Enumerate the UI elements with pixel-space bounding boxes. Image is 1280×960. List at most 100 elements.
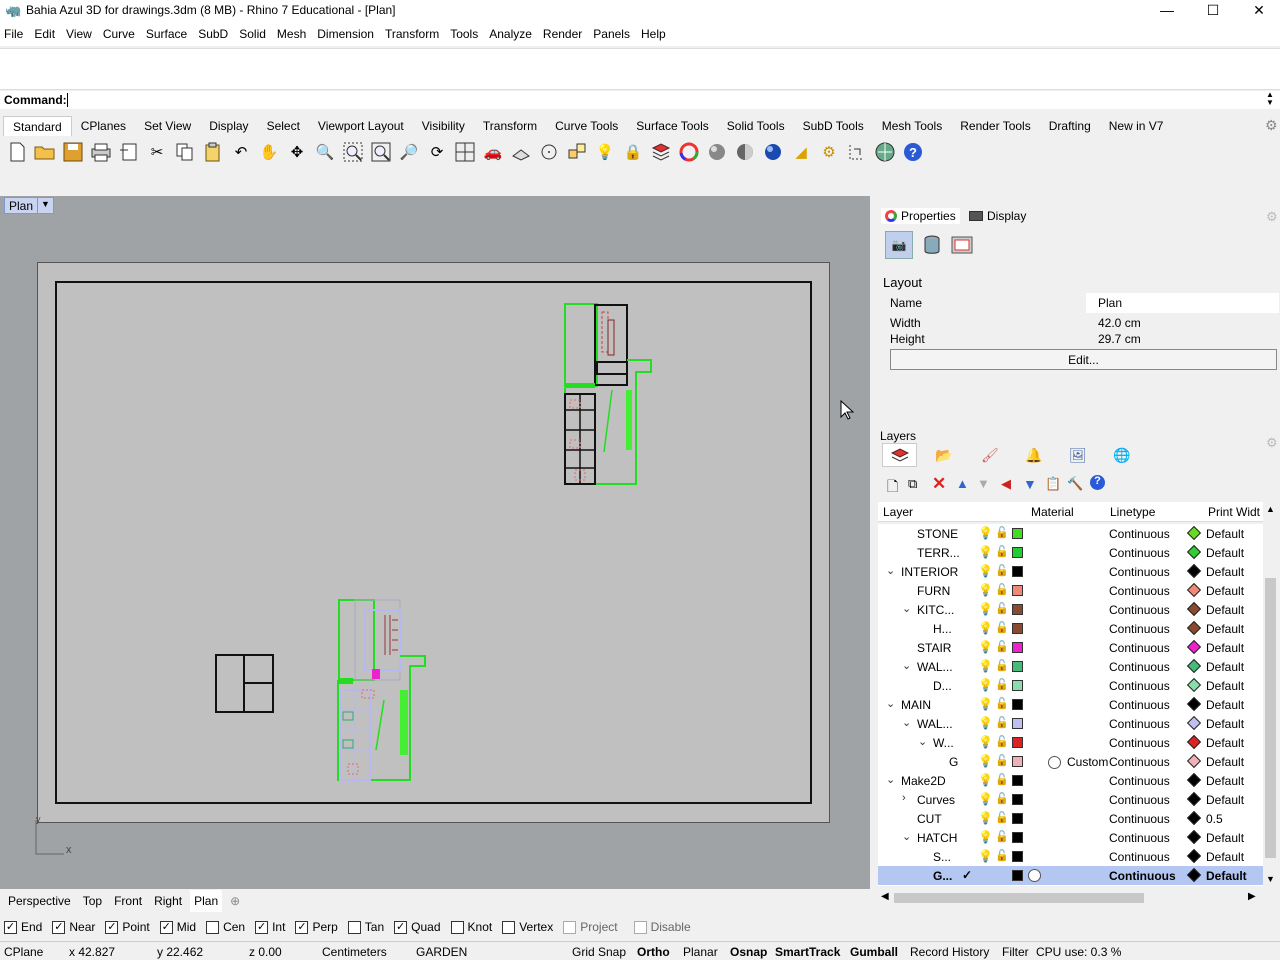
pan-icon[interactable]: ✋ [257, 140, 281, 164]
layer-material[interactable]: Custom [1048, 755, 1108, 769]
visibility-bulb-icon[interactable]: 💡 [978, 640, 993, 654]
layer-name[interactable]: G [949, 755, 958, 769]
render-icon[interactable] [761, 140, 785, 164]
folder-tab-icon[interactable]: 📂 [935, 447, 952, 464]
layers-gear-icon[interactable]: ⚙ [1266, 435, 1278, 451]
layer-row[interactable]: › Curves 💡 🔓 Continuous Default [878, 790, 1263, 809]
layer-print-width[interactable]: Default [1206, 698, 1244, 712]
viewport-tab-front[interactable]: Front [110, 890, 146, 912]
expand-chevron-icon[interactable]: › [902, 792, 906, 804]
collapse-chevron-icon[interactable]: ⌄ [918, 735, 927, 748]
status-units[interactable]: Centimeters [322, 945, 387, 959]
layer-linetype[interactable]: Continuous [1109, 850, 1170, 864]
lock-icon[interactable]: 🔓 [995, 792, 1009, 805]
layer-print-width[interactable]: Default [1206, 831, 1244, 845]
print-color-diamond-icon[interactable] [1186, 734, 1202, 750]
layers-vscrollbar[interactable]: ▲ ▼ [1263, 502, 1278, 886]
layer-linetype[interactable]: Continuous [1109, 698, 1170, 712]
print-color-diamond-icon[interactable] [1186, 582, 1202, 598]
panel-gear-icon[interactable]: ⚙ [1266, 209, 1278, 225]
layer-color-swatch[interactable] [1012, 870, 1023, 881]
osnap-disable[interactable]: Disable [633, 920, 691, 934]
brush-tab-icon[interactable]: 🖌 [981, 447, 999, 464]
viewport-tab-perspective[interactable]: Perspective [4, 890, 75, 912]
osnap-knot[interactable]: Knot [450, 920, 492, 934]
layer-name[interactable]: W... [933, 736, 954, 750]
tab-visibility[interactable]: Visibility [413, 116, 474, 136]
rotate-icon[interactable]: ⟳ [425, 140, 449, 164]
layer-row[interactable]: G... ✓ Continuous Default [878, 866, 1263, 885]
layer-row[interactable]: FURN 💡 🔓 Continuous Default [878, 581, 1263, 600]
print-color-diamond-icon[interactable] [1186, 715, 1202, 731]
layout-name-input[interactable]: Plan [1086, 293, 1279, 313]
layer-row[interactable]: ⌄ WAL... 💡 🔓 Continuous Default [878, 714, 1263, 733]
smarttrack-toggle[interactable]: SmartTrack [775, 945, 840, 959]
layer-name[interactable]: MAIN [901, 698, 931, 712]
visibility-bulb-icon[interactable]: 💡 [978, 697, 993, 711]
visibility-bulb-icon[interactable]: 💡 [978, 811, 993, 825]
four-viewports-icon[interactable] [453, 140, 477, 164]
lock-icon[interactable]: 🔓 [995, 621, 1009, 634]
visibility-bulb-icon[interactable]: 💡 [978, 545, 993, 559]
layer-name[interactable]: G... [933, 869, 952, 883]
layer-print-width[interactable]: Default [1206, 717, 1244, 731]
layer-print-width[interactable]: Default [1206, 641, 1244, 655]
viewport-tab-top[interactable]: Top [79, 890, 106, 912]
tools-icon[interactable]: 🔨 [1067, 476, 1083, 492]
ortho-toggle[interactable]: Ortho [637, 945, 670, 959]
layer-row[interactable]: ⌄ HATCH 💡 🔓 Continuous Default [878, 828, 1263, 847]
layer-linetype[interactable]: Continuous [1109, 584, 1170, 598]
osnap-mid[interactable]: ✓ Mid [159, 920, 196, 934]
visibility-bulb-icon[interactable]: 💡 [978, 773, 993, 787]
tab-new-in-v7[interactable]: New in V7 [1100, 116, 1173, 136]
visibility-bulb-icon[interactable]: 💡 [978, 526, 993, 540]
lock-icon[interactable]: 🔓 [995, 773, 1009, 786]
visibility-bulb-icon[interactable]: 💡 [978, 754, 993, 768]
layer-linetype[interactable]: Continuous [1109, 774, 1170, 788]
menu-edit[interactable]: Edit [30, 22, 59, 46]
print-color-diamond-icon[interactable] [1186, 791, 1202, 807]
lock-icon[interactable]: 🔓 [995, 849, 1009, 862]
globe-icon[interactable] [873, 140, 897, 164]
lock-icon[interactable]: 🔓 [995, 716, 1009, 729]
move-down-icon[interactable]: ▼ [977, 476, 990, 491]
layer-color-swatch[interactable] [1012, 642, 1023, 653]
command-scroll-icon[interactable]: ▲ ▼ [1266, 91, 1274, 107]
layer-row[interactable]: D... 💡 🔓 Continuous Default [878, 676, 1263, 695]
visibility-bulb-icon[interactable]: 💡 [978, 678, 993, 692]
layer-print-width[interactable]: Default [1206, 584, 1244, 598]
col-layer[interactable]: Layer [883, 505, 913, 519]
collapse-chevron-icon[interactable]: ⌄ [902, 716, 911, 729]
lock-icon[interactable]: 🔓 [995, 640, 1009, 653]
visibility-bulb-icon[interactable]: 💡 [978, 830, 993, 844]
checkbox-icon[interactable] [502, 920, 516, 934]
status-cplane[interactable]: CPlane [4, 945, 43, 959]
menu-view[interactable]: View [62, 22, 96, 46]
layer-row[interactable]: ⌄ KITC... 💡 🔓 Continuous Default [878, 600, 1263, 619]
light-icon[interactable]: 💡 [593, 140, 617, 164]
layer-states-icon[interactable]: 📋 [1045, 476, 1061, 492]
scroll-thumb[interactable] [1265, 578, 1276, 858]
scroll-up-icon[interactable]: ▲ [1266, 504, 1275, 514]
layer-row[interactable]: H... 💡 🔓 Continuous Default [878, 619, 1263, 638]
tab-set-view[interactable]: Set View [135, 116, 200, 136]
page-icon[interactable] [951, 234, 973, 256]
col-linetype[interactable]: Linetype [1110, 505, 1155, 519]
print-color-diamond-icon[interactable] [1186, 639, 1202, 655]
collapse-chevron-icon[interactable]: ⌄ [902, 659, 911, 672]
osnap-perp[interactable]: ✓ Perp [295, 920, 338, 934]
menu-mesh[interactable]: Mesh [273, 22, 310, 46]
save-icon[interactable] [61, 140, 85, 164]
tab-select[interactable]: Select [258, 116, 309, 136]
move-up-icon[interactable]: ▲ [956, 476, 969, 491]
edit-button[interactable]: Edit... [890, 349, 1277, 370]
paste-icon[interactable] [201, 140, 225, 164]
print-color-diamond-icon[interactable] [1186, 601, 1202, 617]
layer-row[interactable]: ⌄ WAL... 💡 🔓 Continuous Default [878, 657, 1263, 676]
visibility-bulb-icon[interactable]: 💡 [978, 621, 993, 635]
image-tab-icon[interactable]: 🖼 [1069, 447, 1087, 464]
layer-name[interactable]: WAL... [917, 660, 953, 674]
scroll-right-icon[interactable]: ▶ [1248, 891, 1256, 902]
layer-row[interactable]: G 💡 🔓 Custom Continuous Default [878, 752, 1263, 771]
layer-print-width[interactable]: Default [1206, 622, 1244, 636]
